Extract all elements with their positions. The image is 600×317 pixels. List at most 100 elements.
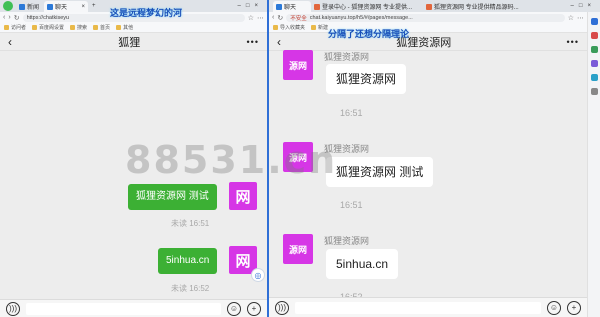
- sent-message-bubble[interactable]: 狐狸资源网 测试: [128, 184, 217, 210]
- message-status: 未读 16:51: [171, 219, 210, 228]
- favorite-item[interactable]: 新建: [311, 24, 328, 31]
- favorite-label: 搜索: [77, 25, 88, 31]
- right-tab-2[interactable]: 狐狸资源网 专业提供精品源码...: [423, 1, 535, 12]
- star-icon[interactable]: ☆: [248, 14, 254, 22]
- window-controls-icon[interactable]: –□×: [571, 3, 596, 9]
- tab-label: 登录中心 - 狐狸资源网 专业提供...: [322, 5, 413, 11]
- favorite-label: 首页: [100, 25, 111, 31]
- right-tab-1[interactable]: 登录中心 - 狐狸资源网 专业提供...: [311, 1, 423, 12]
- folder-icon: [70, 25, 76, 30]
- right-tab-strip: 聊天 登录中心 - 狐狸资源网 专业提供... 狐狸资源网 专业提供精品源码..…: [269, 0, 600, 12]
- extension-icon[interactable]: [590, 32, 598, 39]
- left-tab-0[interactable]: 新闻: [16, 1, 44, 12]
- back-arrow-icon[interactable]: ‹: [8, 35, 12, 49]
- message-input[interactable]: [26, 302, 221, 315]
- sent-message-bubble[interactable]: 5inhua.cn: [158, 248, 218, 274]
- folder-icon: [32, 25, 38, 30]
- back-nav-icon[interactable]: ‹: [3, 14, 5, 21]
- tab-favicon-icon: [426, 3, 432, 10]
- favorite-item[interactable]: 百度阁设置: [32, 24, 64, 31]
- right-url-field[interactable]: 不安全 chat.kaiyuanyu.top/h5/#/pages/messag…: [286, 13, 565, 22]
- tab-label: 聊天: [55, 5, 68, 11]
- more-options-icon[interactable]: •••: [247, 37, 259, 47]
- refresh-icon[interactable]: ↻: [14, 14, 20, 22]
- left-chat-header: ‹ 狐狸 •••: [0, 34, 267, 51]
- forward-nav-icon[interactable]: ›: [8, 14, 10, 21]
- tab-label: 聊天: [284, 5, 297, 11]
- extension-icon[interactable]: [590, 88, 598, 95]
- received-message-bubble[interactable]: 狐狸资源网 测试: [326, 157, 434, 187]
- favorite-item[interactable]: 搜索: [70, 24, 87, 31]
- floating-assistant-icon[interactable]: ◎: [251, 268, 265, 282]
- star-icon[interactable]: ☆: [568, 14, 574, 22]
- extension-icon[interactable]: [590, 60, 598, 67]
- right-tab-0[interactable]: 聊天: [273, 1, 311, 12]
- right-input-bar: ))) ☺ +: [269, 297, 587, 317]
- left-input-bar: ))) ☺ +: [0, 299, 267, 317]
- right-favorites-bar: 导入收藏夹 新建: [269, 23, 587, 33]
- chat-title: 狐狸: [118, 37, 141, 49]
- browser-side-panel: [587, 12, 600, 317]
- folder-icon: [4, 25, 9, 30]
- right-address-bar: ‹ ↻ 不安全 chat.kaiyuanyu.top/h5/#/pages/me…: [269, 12, 587, 23]
- refresh-icon[interactable]: ↻: [277, 14, 283, 22]
- emoji-icon[interactable]: ☺: [227, 301, 241, 316]
- favorite-item[interactable]: 访问者: [4, 24, 26, 31]
- copilot-icon[interactable]: [590, 18, 598, 25]
- folder-icon: [93, 25, 99, 30]
- tab-favicon-icon: [47, 3, 53, 10]
- extension-icon[interactable]: [590, 46, 598, 53]
- folder-icon: [273, 25, 278, 30]
- avatar[interactable]: 源网: [283, 50, 313, 80]
- emoji-icon[interactable]: ☺: [547, 300, 561, 315]
- url-text: chat.kaiyuanyu.top/h5/#/pages/message...: [309, 14, 413, 21]
- tab-favicon-icon: [19, 3, 25, 10]
- voice-icon[interactable]: ))): [6, 301, 20, 316]
- plus-icon[interactable]: +: [567, 300, 581, 315]
- favorite-item[interactable]: 导入收藏夹: [273, 24, 305, 31]
- menu-dots-icon[interactable]: ⋯: [257, 14, 264, 22]
- favorite-item[interactable]: 首页: [93, 24, 110, 31]
- overlay-caption: 这是远程梦幻的河: [110, 8, 183, 18]
- sender-name: 狐狸资源网: [324, 236, 370, 246]
- tab-close-icon[interactable]: ×: [81, 4, 85, 10]
- received-message-bubble[interactable]: 5inhua.cn: [326, 249, 399, 279]
- more-options-icon[interactable]: •••: [567, 37, 579, 47]
- overlay-caption: 分隔了还想分隔理论: [328, 29, 410, 39]
- folder-icon: [116, 25, 122, 30]
- window-controls-icon[interactable]: –□×: [238, 3, 263, 9]
- left-tab-1[interactable]: 聊天 ×: [44, 1, 88, 12]
- new-tab-icon[interactable]: +: [92, 3, 96, 9]
- folder-icon: [311, 25, 317, 30]
- avatar[interactable]: 源网: [283, 234, 313, 264]
- left-favorites-bar: 访问者 百度阁设置 搜索 首页 其他: [0, 23, 267, 33]
- favorite-item[interactable]: 其他: [116, 24, 133, 31]
- favorite-label: 新建: [318, 25, 329, 31]
- extension-icon[interactable]: [590, 74, 598, 81]
- sender-name: 狐狸资源网: [324, 52, 370, 62]
- voice-icon[interactable]: ))): [275, 300, 289, 315]
- favorite-label: 访问者: [11, 25, 27, 31]
- plus-icon[interactable]: +: [247, 301, 261, 316]
- screenshot-root: 新闻 聊天 × + –□× ‹ › ↻ https://chatkiseyu ☆…: [0, 0, 600, 317]
- message-time: 16:51: [340, 108, 363, 118]
- message-input[interactable]: [295, 301, 541, 314]
- message-time: 16:51: [340, 200, 363, 210]
- message-status: 未读 16:52: [171, 284, 210, 293]
- avatar[interactable]: 网: [229, 182, 257, 210]
- right-chat-header: ‹ 狐狸资源网 •••: [269, 34, 587, 51]
- favorite-label: 导入收藏夹: [280, 25, 306, 31]
- back-arrow-icon[interactable]: ‹: [277, 35, 281, 49]
- tab-favicon-icon: [314, 3, 320, 10]
- tab-label: 狐狸资源网 专业提供精品源码...: [434, 5, 519, 11]
- favorite-label: 其他: [123, 25, 134, 31]
- watermark: 88531.cn: [125, 138, 338, 182]
- tab-favicon-icon: [276, 3, 282, 10]
- favorite-label: 百度阁设置: [39, 25, 65, 31]
- back-nav-icon[interactable]: ‹: [272, 14, 274, 21]
- menu-dots-icon[interactable]: ⋯: [577, 14, 584, 22]
- browser-logo-icon: [3, 1, 13, 11]
- received-message-bubble[interactable]: 狐狸资源网: [326, 64, 407, 94]
- tab-label: 新闻: [27, 5, 40, 11]
- url-text: https://chatkiseyu: [26, 14, 70, 21]
